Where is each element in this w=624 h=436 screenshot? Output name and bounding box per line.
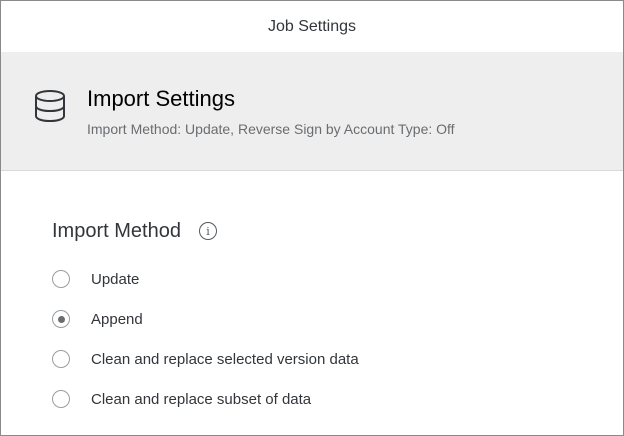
import-settings-section[interactable]: Import Settings Import Method: Update, R… (1, 52, 623, 171)
radio-option-append[interactable]: Append (52, 307, 143, 331)
radio-button-append[interactable] (52, 310, 70, 328)
database-icon (30, 86, 70, 126)
section-subtitle: Import Method: Update, Reverse Sign by A… (87, 121, 455, 137)
radio-option-clean-replace-subset[interactable]: Clean and replace subset of data (52, 387, 311, 411)
radio-button-clean-replace-version[interactable] (52, 350, 70, 368)
info-icon-glyph: i (206, 224, 210, 238)
import-method-label: Import Method (52, 220, 181, 242)
info-icon[interactable]: i (198, 222, 217, 240)
import-method-group-title: Import Method i (52, 218, 217, 244)
radio-option-update[interactable]: Update (52, 267, 139, 291)
radio-button-update[interactable] (52, 270, 70, 288)
radio-button-clean-replace-subset[interactable] (52, 390, 70, 408)
radio-label-append: Append (91, 310, 143, 328)
radio-label-clean-replace-subset: Clean and replace subset of data (91, 390, 312, 408)
job-settings-dialog: Job Settings Import Settings Import Meth… (0, 0, 624, 436)
radio-option-clean-replace-version[interactable]: Clean and replace selected version data (52, 347, 359, 371)
radio-label-update: Update (91, 270, 140, 288)
radio-label-clean-replace-version: Clean and replace selected version data (91, 350, 359, 368)
dialog-title: Job Settings (267, 17, 357, 35)
dialog-header: Job Settings (1, 1, 623, 52)
section-title: Import Settings (87, 86, 235, 111)
